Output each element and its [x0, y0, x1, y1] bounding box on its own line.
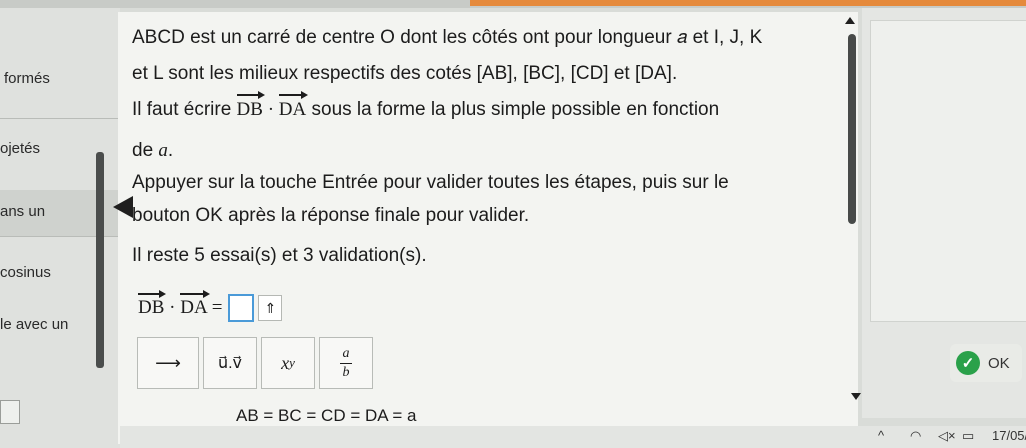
- vector-da: DA: [278, 91, 309, 120]
- dot-operator: ·: [164, 297, 181, 318]
- power-exponent: y: [289, 355, 295, 370]
- ok-label: OK: [988, 354, 1010, 372]
- vector-db: DB: [236, 91, 266, 120]
- volume-muted-icon[interactable]: ◁×: [938, 428, 956, 444]
- power-base: x: [281, 352, 290, 373]
- fraction-button[interactable]: a b: [319, 337, 373, 389]
- top-accent: [470, 0, 1026, 6]
- check-icon: ✓: [956, 351, 980, 375]
- equals-sign: =: [211, 297, 223, 318]
- wifi-icon[interactable]: ◠: [910, 428, 921, 444]
- problem-line-1: ABCD est un carré de centre O dont les c…: [132, 27, 763, 48]
- scroll-up-icon[interactable]: [845, 17, 855, 24]
- problem-line-4: de a.: [132, 139, 173, 163]
- fraction-numerator: a: [342, 345, 350, 361]
- instruction-line-1: Appuyer sur la touche Entrée pour valide…: [132, 172, 729, 193]
- toggle-keyboard-button[interactable]: ⇑: [258, 295, 283, 321]
- scrollbar[interactable]: [848, 34, 856, 224]
- panel-resize-handle[interactable]: [96, 152, 104, 368]
- power-button[interactable]: xy: [261, 337, 315, 389]
- answer-row: DB · DA = ⇑: [138, 290, 283, 326]
- problem-text: de: [132, 140, 159, 161]
- problem-text: sous la forme la plus simple possible en…: [306, 99, 720, 120]
- fraction-icon: a b: [340, 346, 352, 381]
- problem-line-3: Il faut écrire DB · DA sous la forme la …: [132, 91, 720, 122]
- answer-expression: DB · DA: [138, 290, 211, 319]
- vector-db: DB: [138, 290, 167, 318]
- ok-button[interactable]: ✓ OK: [950, 344, 1022, 382]
- right-card: [870, 20, 1026, 322]
- dot-operator: ·: [262, 99, 279, 120]
- collapse-arrow-icon[interactable]: [113, 196, 133, 218]
- vector-arrow-button[interactable]: ⟶: [137, 337, 199, 389]
- given-equation: AB = BC = CD = DA = a: [236, 406, 417, 425]
- battery-icon[interactable]: ▭: [962, 428, 974, 444]
- taskbar-date: 17/05/: [992, 428, 1026, 443]
- dot-product-button[interactable]: u⃗.v⃗: [203, 337, 257, 389]
- sidebar-item-formes[interactable]: formés: [4, 70, 122, 87]
- answer-input[interactable]: [228, 294, 255, 322]
- top-bar: [0, 0, 1026, 8]
- instruction-line-2: bouton OK après la réponse finale pour v…: [132, 205, 530, 226]
- vector-da: DA: [180, 290, 211, 318]
- variable-a: a: [158, 140, 168, 161]
- math-toolbar: ⟶ u⃗.v⃗ xy a b: [137, 337, 373, 389]
- scroll-down-icon[interactable]: [851, 393, 861, 400]
- sidebar-checkbox[interactable]: [0, 400, 20, 424]
- tray-chevron-icon[interactable]: ^: [878, 428, 884, 443]
- fraction-denominator: b: [342, 364, 350, 380]
- problem-text: .: [167, 140, 174, 161]
- sidebar-divider: [0, 118, 118, 119]
- problem-text: Il faut écrire: [132, 99, 237, 120]
- taskbar: [120, 426, 1026, 448]
- attempts-remaining: Il reste 5 essai(s) et 3 validation(s).: [132, 245, 427, 266]
- problem-line-2: et L sont les milieux respectifs des cot…: [132, 63, 678, 84]
